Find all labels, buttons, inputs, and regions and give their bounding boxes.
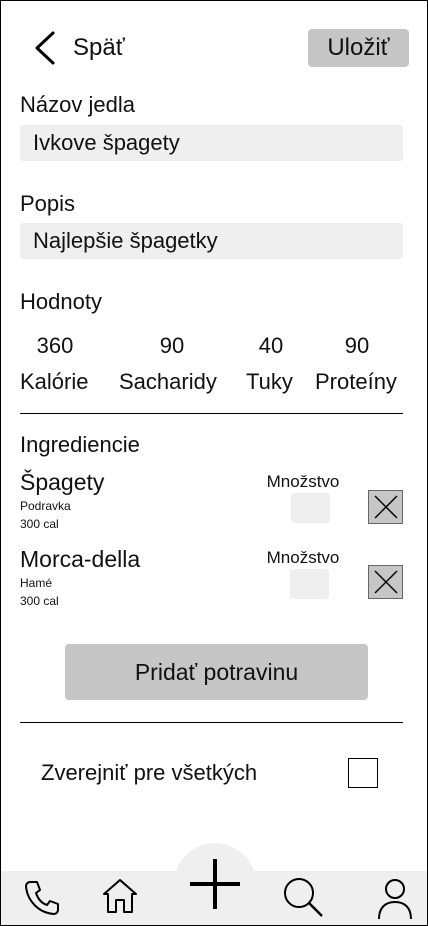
remove-ingredient-button[interactable] — [368, 490, 403, 524]
quantity-input[interactable] — [290, 569, 329, 599]
remove-ingredient-button[interactable] — [368, 565, 403, 599]
ingredient-brand: Hamé — [20, 576, 53, 590]
divider — [20, 413, 403, 414]
back-button[interactable]: Späť — [31, 29, 141, 67]
description-label: Popis — [20, 191, 76, 216]
search-icon[interactable] — [281, 875, 325, 919]
add-food-button[interactable]: Pridať potravinu — [65, 644, 368, 700]
name-field[interactable]: Ivkove špagety — [20, 125, 403, 161]
fat-label: Tuky — [246, 369, 293, 394]
app-screen: Späť Uložiť Názov jedla Ivkove špagety P… — [0, 0, 428, 926]
values-label: Hodnoty — [20, 289, 102, 314]
publish-label: Zverejniť pre všetkých — [41, 760, 258, 785]
calories-label: Kalórie — [20, 369, 89, 394]
save-button[interactable]: Uložiť — [308, 29, 409, 67]
ingredient-brand: Podravka — [20, 499, 71, 513]
name-label: Názov jedla — [20, 92, 135, 117]
close-icon — [373, 570, 398, 594]
ingredient-calories: 300 cal — [20, 517, 59, 531]
home-icon[interactable] — [99, 875, 141, 917]
phone-icon[interactable] — [21, 877, 63, 919]
add-icon[interactable] — [188, 857, 242, 911]
divider — [20, 722, 403, 723]
close-icon — [373, 495, 398, 519]
protein-label: Proteíny — [315, 369, 397, 394]
carbs-label: Sacharidy — [119, 369, 217, 394]
publish-checkbox[interactable] — [348, 758, 378, 788]
calories-value: 360 — [36, 333, 74, 358]
ingredient-name: Morca-della — [20, 546, 141, 572]
ingredient-calories: 300 cal — [20, 594, 59, 608]
quantity-label: Množstvo — [266, 472, 340, 491]
carbs-value: 90 — [159, 333, 185, 358]
quantity-input[interactable] — [291, 493, 330, 523]
ingredient-name: Špagety — [20, 469, 105, 495]
ingredients-label: Ingrediencie — [20, 432, 140, 457]
back-label: Späť — [73, 34, 125, 61]
description-field[interactable]: Najlepšie špagetky — [20, 223, 403, 259]
user-icon[interactable] — [374, 875, 416, 921]
chevron-left-icon — [35, 31, 55, 65]
protein-value: 90 — [344, 333, 370, 358]
quantity-label: Množstvo — [266, 548, 340, 567]
